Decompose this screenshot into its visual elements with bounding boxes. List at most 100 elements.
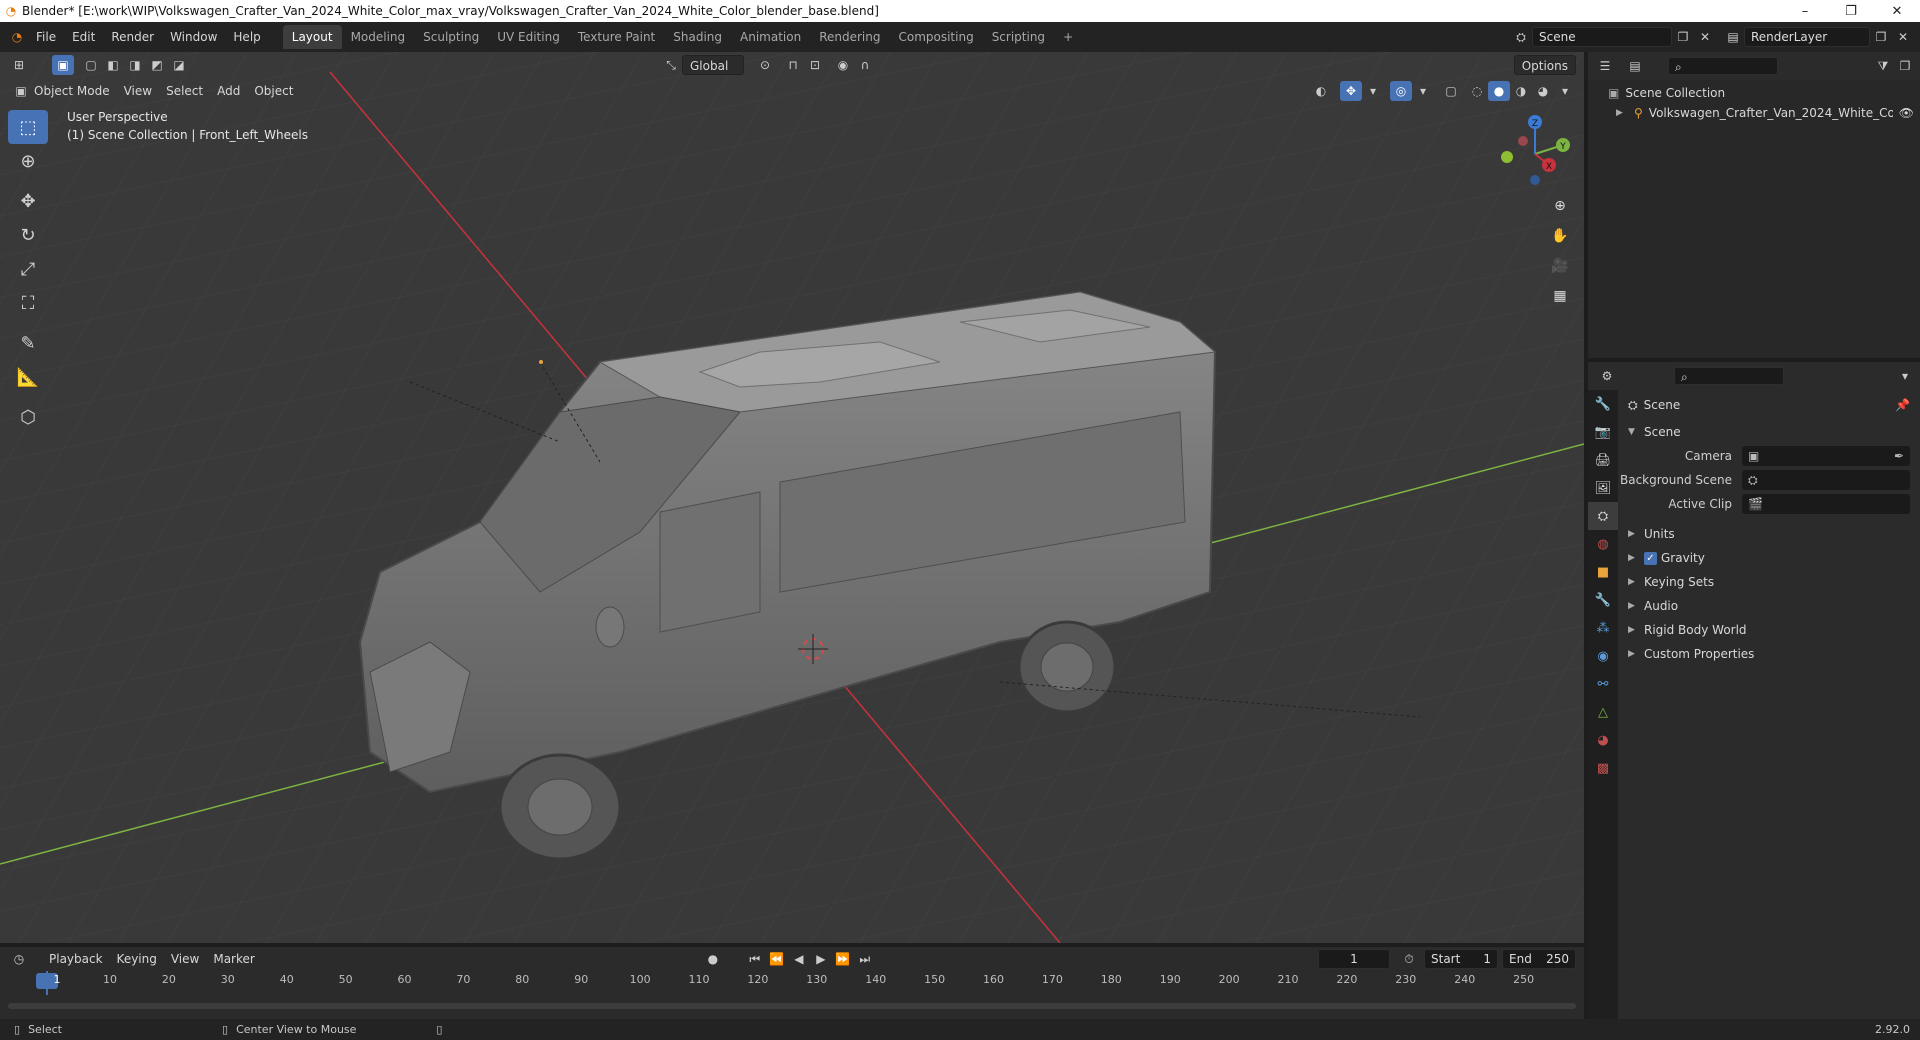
- menu-edit[interactable]: Edit: [64, 26, 103, 48]
- measure-tool-icon[interactable]: 📐: [8, 360, 48, 394]
- select-invert-icon[interactable]: ◩: [146, 55, 168, 75]
- falloff-icon[interactable]: ∩: [854, 55, 876, 75]
- scene-tab-icon[interactable]: ⛭: [1588, 502, 1618, 530]
- renderlayer-icon[interactable]: ▤: [1722, 27, 1744, 47]
- delete-renderlayer-icon[interactable]: ✕: [1892, 27, 1914, 47]
- 3d-viewport[interactable]: Z Y X ⊞ ▣ ▢ ◧ ◨ ◩ ◪ ⤡ Global ⊙ ⊓ ⊡ ◉ ∩ O…: [0, 52, 1584, 943]
- viewport-menu-add[interactable]: Add: [210, 81, 247, 101]
- tab-animation[interactable]: Animation: [731, 25, 810, 49]
- blender-menu-icon[interactable]: ◔: [6, 27, 28, 47]
- outliner-item[interactable]: ▶ ⚲ Volkswagen_Crafter_Van_2024_White_Co…: [1616, 106, 1914, 120]
- gravity-checkbox[interactable]: ✓: [1644, 551, 1657, 565]
- tab-layout[interactable]: Layout: [282, 25, 342, 49]
- units-panel[interactable]: ▶ Units: [1618, 522, 1920, 546]
- viewport-menu-view[interactable]: View: [117, 81, 159, 101]
- select-new-icon[interactable]: ▢: [80, 55, 102, 75]
- tab-modeling[interactable]: Modeling: [342, 25, 415, 49]
- camera-field[interactable]: ▣ ✒: [1742, 446, 1910, 466]
- shading-dropdown-icon[interactable]: ▾: [1554, 81, 1576, 101]
- editor-type-icon[interactable]: ⊞: [8, 55, 30, 75]
- properties-editor-type-icon[interactable]: ⚙: [1596, 366, 1618, 386]
- properties-options-icon[interactable]: ▾: [1894, 366, 1916, 386]
- delete-scene-icon[interactable]: ✕: [1694, 27, 1716, 47]
- custom-properties-panel[interactable]: ▶ Custom Properties: [1618, 642, 1920, 666]
- particles-tab-icon[interactable]: ⁂: [1588, 614, 1618, 642]
- object-mode-icon[interactable]: ▣: [10, 81, 32, 101]
- overlays-dropdown-icon[interactable]: ▾: [1412, 81, 1434, 101]
- select-subtract-icon[interactable]: ◨: [124, 55, 146, 75]
- select-tool-icon[interactable]: ⬚: [8, 110, 48, 144]
- orientation-icon[interactable]: ⤡: [660, 55, 682, 75]
- gizmo-toggle-icon[interactable]: ✥: [1340, 81, 1362, 101]
- texture-tab-icon[interactable]: ▩: [1588, 754, 1618, 782]
- outliner-root-row[interactable]: ▣ Scene Collection: [1608, 86, 1725, 100]
- timeline-scrollbar[interactable]: [8, 1003, 1576, 1009]
- world-tab-icon[interactable]: ◍: [1588, 530, 1618, 558]
- pin-icon[interactable]: 📌: [1895, 398, 1910, 412]
- transform-orientation-dropdown[interactable]: Global: [682, 55, 744, 75]
- filter-icon[interactable]: ⧩: [1872, 56, 1894, 76]
- cursor-tool-icon[interactable]: ⊕: [8, 144, 48, 178]
- tab-uv-editing[interactable]: UV Editing: [488, 25, 569, 49]
- proportional-edit-icon[interactable]: ◉: [832, 55, 854, 75]
- material-tab-icon[interactable]: ◕: [1588, 726, 1618, 754]
- tool-tab-icon[interactable]: 🔧: [1588, 390, 1618, 418]
- select-box-mode-icon[interactable]: ▣: [52, 55, 74, 75]
- tab-rendering[interactable]: Rendering: [810, 25, 889, 49]
- zoom-icon[interactable]: ⊕: [1546, 192, 1574, 220]
- shading-wireframe-icon[interactable]: ◌: [1466, 81, 1488, 101]
- minimize-button[interactable]: –: [1782, 0, 1828, 22]
- viewport-menu-object[interactable]: Object: [247, 81, 300, 101]
- eyedropper-icon[interactable]: ✒: [1894, 449, 1904, 463]
- menu-help[interactable]: Help: [225, 26, 268, 48]
- overlays-toggle-icon[interactable]: ◎: [1390, 81, 1412, 101]
- scene-panel-header[interactable]: ▼ Scene: [1618, 420, 1920, 444]
- mode-dropdown[interactable]: Object Mode: [32, 81, 117, 101]
- pivot-point-icon[interactable]: ⊙: [754, 55, 776, 75]
- background-scene-field[interactable]: ⛭: [1742, 470, 1910, 490]
- data-tab-icon[interactable]: △: [1588, 698, 1618, 726]
- tab-scripting[interactable]: Scripting: [983, 25, 1054, 49]
- new-renderlayer-icon[interactable]: ❐: [1870, 27, 1892, 47]
- xray-icon[interactable]: ▢: [1440, 81, 1462, 101]
- menu-window[interactable]: Window: [162, 26, 225, 48]
- new-collection-icon[interactable]: ❐: [1894, 56, 1916, 76]
- maximize-button[interactable]: ❐: [1828, 0, 1874, 22]
- menu-file[interactable]: File: [28, 26, 64, 48]
- select-intersect-icon[interactable]: ◪: [168, 55, 190, 75]
- tab-texture-paint[interactable]: Texture Paint: [569, 25, 664, 49]
- view-layer-tab-icon[interactable]: 🖼: [1588, 474, 1618, 502]
- keying-sets-panel[interactable]: ▶ Keying Sets: [1618, 570, 1920, 594]
- annotate-tool-icon[interactable]: ✎: [8, 326, 48, 360]
- viewport-menu-select[interactable]: Select: [159, 81, 210, 101]
- object-tab-icon[interactable]: ■: [1588, 558, 1618, 586]
- shading-solid-icon[interactable]: ●: [1488, 81, 1510, 101]
- close-button[interactable]: ✕: [1874, 0, 1920, 22]
- transform-tool-icon[interactable]: ⛶: [8, 286, 48, 320]
- gravity-panel[interactable]: ▶ ✓ Gravity: [1618, 546, 1920, 570]
- camera-view-icon[interactable]: 🎥: [1546, 252, 1574, 280]
- options-dropdown[interactable]: Options: [1513, 55, 1576, 75]
- select-extend-icon[interactable]: ◧: [102, 55, 124, 75]
- new-scene-icon[interactable]: ❐: [1672, 27, 1694, 47]
- move-tool-icon[interactable]: ✥: [8, 184, 48, 218]
- scene-selector-icon[interactable]: ⛭: [1510, 27, 1532, 47]
- scale-tool-icon[interactable]: ⤢: [8, 252, 48, 286]
- renderlayer-field[interactable]: RenderLayer: [1744, 27, 1870, 47]
- active-clip-field[interactable]: 🎬: [1742, 494, 1910, 514]
- constraints-tab-icon[interactable]: ⚯: [1588, 670, 1618, 698]
- add-workspace-button[interactable]: +: [1054, 25, 1082, 49]
- tab-compositing[interactable]: Compositing: [889, 25, 982, 49]
- display-mode-icon[interactable]: ▤: [1624, 56, 1646, 76]
- expand-arrow-icon[interactable]: ▶: [1616, 108, 1628, 118]
- rotate-tool-icon[interactable]: ↻: [8, 218, 48, 252]
- properties-search-input[interactable]: ⌕: [1674, 367, 1784, 385]
- ortho-grid-icon[interactable]: ▦: [1546, 282, 1574, 310]
- snap-target-icon[interactable]: ⊡: [804, 55, 826, 75]
- tab-shading[interactable]: Shading: [664, 25, 731, 49]
- snap-icon[interactable]: ⊓: [782, 55, 804, 75]
- modifier-tab-icon[interactable]: 🔧: [1588, 586, 1618, 614]
- output-tab-icon[interactable]: 🖨: [1588, 446, 1618, 474]
- eye-icon[interactable]: 👁: [1899, 106, 1914, 120]
- outliner-search-input[interactable]: ⌕: [1668, 57, 1778, 75]
